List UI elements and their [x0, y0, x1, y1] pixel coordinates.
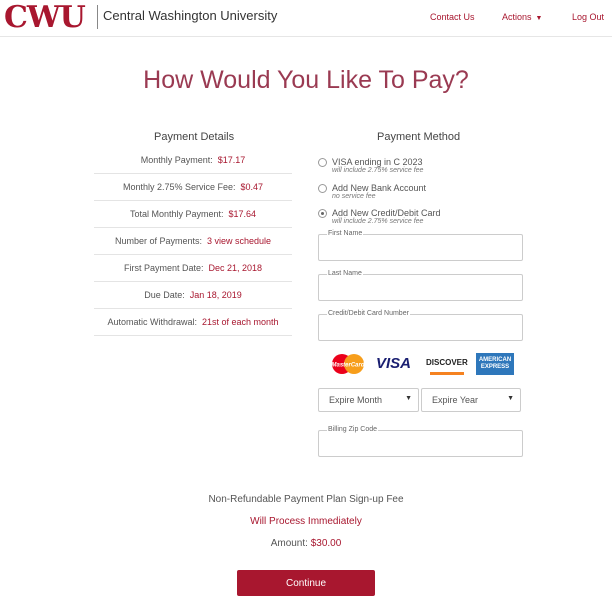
billing-zip-input[interactable]: Billing Zip Code [318, 426, 523, 457]
page-title: How Would You Like To Pay? [143, 66, 469, 94]
amex-text-1: AMERICAN [478, 357, 512, 363]
radio-button[interactable] [318, 184, 327, 193]
card-number-label: Credit/Debit Card Number [327, 310, 410, 317]
detail-value: Jan 18, 2019 [189, 290, 242, 300]
accepted-cards: MasterCard VISA DISCOVER AMERICAN EXPRES… [330, 353, 516, 375]
detail-label: Total Monthly Payment: [129, 209, 224, 219]
detail-value: $17.64 [228, 209, 257, 219]
radio-button[interactable] [318, 158, 327, 167]
last-name-input[interactable]: Last Name [318, 270, 523, 301]
actions-menu[interactable]: Actions ▼ [502, 12, 542, 22]
fee-process-note: Will Process Immediately [250, 516, 362, 527]
chevron-down-icon: ▼ [405, 395, 412, 402]
expire-month-select[interactable]: Expire Month ▼ [318, 388, 419, 412]
fee-amount: Amount: $30.00 [0, 538, 612, 549]
fee-amount-value: $30.00 [310, 538, 342, 549]
detail-label: First Payment Date: [123, 263, 204, 273]
payment-details-heading: Payment Details [154, 131, 235, 143]
amex-text-2: EXPRESS [480, 364, 510, 370]
detail-row: Due Date: Jan 18, 2019 [94, 282, 292, 309]
visa-icon: VISA [376, 355, 412, 372]
option-label: VISA ending in C 2023 [332, 157, 423, 167]
detail-label: Number of Payments: [114, 236, 202, 246]
mastercard-text: MasterCard [331, 363, 364, 369]
detail-label: Due Date: [144, 290, 185, 300]
fee-amount-label: Amount: [270, 538, 308, 549]
expire-month-value: Expire Month [329, 395, 383, 405]
log-out-link[interactable]: Log Out [572, 12, 604, 22]
detail-label: Automatic Withdrawal: [107, 317, 197, 327]
detail-row: Total Monthly Payment: $17.64 [94, 201, 292, 228]
last-name-label: Last Name [327, 270, 363, 277]
detail-row: Monthly Payment: $17.17 [94, 147, 292, 174]
logo-divider [97, 5, 98, 29]
payment-details-table: Monthly Payment: $17.17 Monthly 2.75% Ser… [94, 147, 292, 336]
contact-us-link[interactable]: Contact Us [430, 12, 475, 22]
payment-method-heading: Payment Method [377, 131, 461, 143]
option-label: Add New Credit/Debit Card [332, 208, 441, 218]
detail-row: First Payment Date: Dec 21, 2018 [94, 255, 292, 282]
cwu-logo[interactable]: CWU [4, 0, 86, 35]
detail-value: $17.17 [217, 155, 246, 165]
actions-label: Actions [502, 12, 532, 22]
radio-button-selected[interactable] [318, 209, 327, 218]
mastercard-icon: MasterCard [331, 354, 365, 374]
card-number-input[interactable]: Credit/Debit Card Number [318, 310, 523, 341]
billing-zip-label: Billing Zip Code [327, 426, 379, 433]
detail-label: Monthly 2.75% Service Fee: [122, 182, 236, 192]
chevron-down-icon: ▼ [535, 15, 543, 22]
view-schedule-link[interactable]: 3 view schedule [207, 236, 271, 246]
amex-icon: AMERICAN EXPRESS [476, 353, 514, 375]
chevron-down-icon: ▼ [507, 395, 514, 402]
top-header: CWU Central Washington University Contac… [0, 0, 612, 37]
fee-title: Non-Refundable Payment Plan Sign-up Fee [208, 494, 404, 505]
detail-row: Monthly 2.75% Service Fee: $0.47 [94, 174, 292, 201]
discover-stripe [430, 372, 464, 375]
university-name: Central Washington University [103, 8, 278, 23]
option-label: Add New Bank Account [332, 183, 427, 193]
option-sublabel: will include 2.75% service fee [332, 167, 424, 174]
detail-row: Number of Payments: 3 view schedule [94, 228, 292, 255]
detail-row: Automatic Withdrawal: 21st of each month [94, 309, 292, 336]
option-sublabel: no service fee [332, 193, 376, 200]
detail-value: 21st of each month [201, 317, 279, 327]
detail-value: $0.47 [240, 182, 264, 192]
discover-icon: DISCOVER [426, 358, 468, 380]
first-name-input[interactable]: First Name [318, 230, 523, 261]
expire-year-select[interactable]: Expire Year ▼ [421, 388, 521, 412]
expire-year-value: Expire Year [432, 395, 479, 405]
detail-label: Monthly Payment: [140, 155, 213, 165]
first-name-label: First Name [327, 230, 364, 237]
option-sublabel: will include 2.75% service fee [332, 218, 424, 225]
continue-button[interactable]: Continue [237, 570, 375, 596]
detail-value: Dec 21, 2018 [208, 263, 263, 273]
discover-text: DISCOVER [426, 358, 468, 367]
